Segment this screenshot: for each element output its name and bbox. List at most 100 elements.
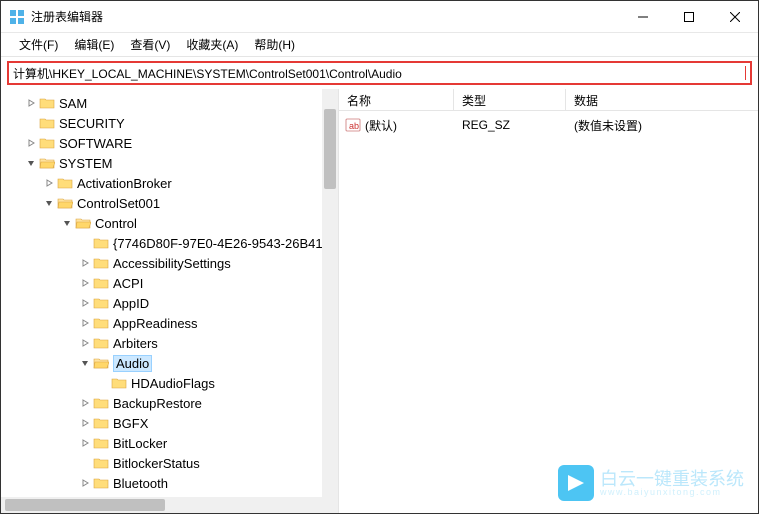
tree-node-label: BackupRestore [113, 396, 202, 411]
tree-node-label: {7746D80F-97E0-4E26-9543-26B41FC [113, 236, 339, 251]
tree-node[interactable]: AccessibilitySettings [1, 253, 338, 273]
tree-node-label: AppID [113, 296, 149, 311]
tree-node[interactable]: SOFTWARE [1, 133, 338, 153]
menu-edit[interactable]: 编辑(E) [66, 34, 122, 55]
menu-file[interactable]: 文件(F) [11, 34, 66, 55]
address-bar[interactable]: 计算机\HKEY_LOCAL_MACHINE\SYSTEM\ControlSet… [7, 61, 752, 85]
tree-node-label: HDAudioFlags [131, 376, 215, 391]
chevron-down-icon[interactable] [43, 197, 55, 209]
folder-open-icon [93, 356, 109, 370]
chevron-right-icon[interactable] [79, 417, 91, 429]
chevron-right-icon[interactable] [79, 257, 91, 269]
tree-node[interactable]: BitlockerStatus [1, 453, 338, 473]
close-button[interactable] [712, 1, 758, 32]
chevron-right-icon[interactable] [79, 477, 91, 489]
value-name-cell: ab (默认) [339, 117, 454, 134]
menu-view[interactable]: 查看(V) [122, 34, 178, 55]
values-header: 名称 类型 数据 [339, 89, 758, 111]
chevron-right-icon[interactable] [79, 277, 91, 289]
folder-icon [39, 96, 55, 110]
tree-node[interactable]: ControlSet001 [1, 193, 338, 213]
folder-icon [57, 176, 73, 190]
value-type: REG_SZ [454, 118, 566, 132]
svg-text:ab: ab [349, 121, 359, 131]
tree-node-label: Bluetooth [113, 476, 168, 491]
chevron-down-icon[interactable] [61, 217, 73, 229]
tree-node-label: SYSTEM [59, 156, 112, 171]
folder-icon [93, 456, 109, 470]
tree-node[interactable]: {7746D80F-97E0-4E26-9543-26B41FC [1, 233, 338, 253]
value-name: (默认) [365, 117, 397, 134]
tree-node[interactable]: SECURITY [1, 113, 338, 133]
folder-open-icon [39, 156, 55, 170]
chevron-right-icon[interactable] [79, 317, 91, 329]
expander-spacer [79, 457, 91, 469]
tree-scrollbar-vertical[interactable] [322, 89, 338, 497]
folder-icon [93, 316, 109, 330]
menu-favorites[interactable]: 收藏夹(A) [178, 34, 246, 55]
folder-icon [93, 256, 109, 270]
scrollbar-thumb[interactable] [324, 109, 336, 189]
column-data[interactable]: 数据 [566, 89, 758, 110]
folder-icon [93, 296, 109, 310]
tree-node[interactable]: SAM [1, 93, 338, 113]
tree-node[interactable]: HDAudioFlags [1, 373, 338, 393]
chevron-right-icon[interactable] [79, 297, 91, 309]
tree-node-label: ControlSet001 [77, 196, 160, 211]
tree-node[interactable]: Arbiters [1, 333, 338, 353]
folder-icon [93, 336, 109, 350]
value-row[interactable]: ab(默认)REG_SZ(数值未设置) [339, 115, 758, 135]
tree-node[interactable]: BGFX [1, 413, 338, 433]
tree-node-label: Audio [113, 355, 152, 372]
chevron-down-icon[interactable] [79, 357, 91, 369]
scrollbar-thumb[interactable] [5, 499, 165, 511]
folder-icon [39, 136, 55, 150]
expander-spacer [25, 117, 37, 129]
tree-node[interactable]: Audio [1, 353, 338, 373]
registry-tree[interactable]: SAM SECURITY SOFTWARE SYSTEM ActivationBroke… [1, 93, 338, 513]
tree-node-label: ActivationBroker [77, 176, 172, 191]
chevron-right-icon[interactable] [43, 177, 55, 189]
minimize-button[interactable] [620, 1, 666, 32]
tree-scrollbar-horizontal[interactable] [1, 497, 322, 513]
chevron-right-icon[interactable] [79, 397, 91, 409]
tree-node[interactable]: Control [1, 213, 338, 233]
menubar: 文件(F) 编辑(E) 查看(V) 收藏夹(A) 帮助(H) [1, 33, 758, 57]
maximize-button[interactable] [666, 1, 712, 32]
content-area: SAM SECURITY SOFTWARE SYSTEM ActivationBroke… [1, 89, 758, 513]
tree-node-label: ACPI [113, 276, 143, 291]
tree-node[interactable]: AppReadiness [1, 313, 338, 333]
titlebar: 注册表编辑器 [1, 1, 758, 33]
expander-spacer [79, 237, 91, 249]
tree-node-label: SAM [59, 96, 87, 111]
folder-icon [93, 476, 109, 490]
expander-spacer [97, 377, 109, 389]
tree-node-label: AppReadiness [113, 316, 198, 331]
menu-help[interactable]: 帮助(H) [246, 34, 303, 55]
tree-node[interactable]: ACPI [1, 273, 338, 293]
tree-node-label: SOFTWARE [59, 136, 132, 151]
tree-node-label: AccessibilitySettings [113, 256, 231, 271]
folder-icon [93, 236, 109, 250]
folder-icon [39, 116, 55, 130]
chevron-down-icon[interactable] [25, 157, 37, 169]
window-title: 注册表编辑器 [31, 8, 620, 25]
chevron-right-icon[interactable] [25, 137, 37, 149]
tree-node[interactable]: Bluetooth [1, 473, 338, 493]
tree-node[interactable]: ActivationBroker [1, 173, 338, 193]
folder-open-icon [57, 196, 73, 210]
column-name[interactable]: 名称 [339, 89, 454, 110]
chevron-right-icon[interactable] [79, 337, 91, 349]
tree-node-label: BitLocker [113, 436, 167, 451]
column-type[interactable]: 类型 [454, 89, 566, 110]
chevron-right-icon[interactable] [79, 437, 91, 449]
tree-pane: SAM SECURITY SOFTWARE SYSTEM ActivationBroke… [1, 89, 339, 513]
tree-node[interactable]: BitLocker [1, 433, 338, 453]
tree-node[interactable]: BackupRestore [1, 393, 338, 413]
folder-icon [93, 276, 109, 290]
chevron-right-icon[interactable] [25, 97, 37, 109]
tree-node-label: Control [95, 216, 137, 231]
tree-node[interactable]: AppID [1, 293, 338, 313]
tree-node[interactable]: SYSTEM [1, 153, 338, 173]
values-body[interactable]: ab(默认)REG_SZ(数值未设置) [339, 111, 758, 135]
